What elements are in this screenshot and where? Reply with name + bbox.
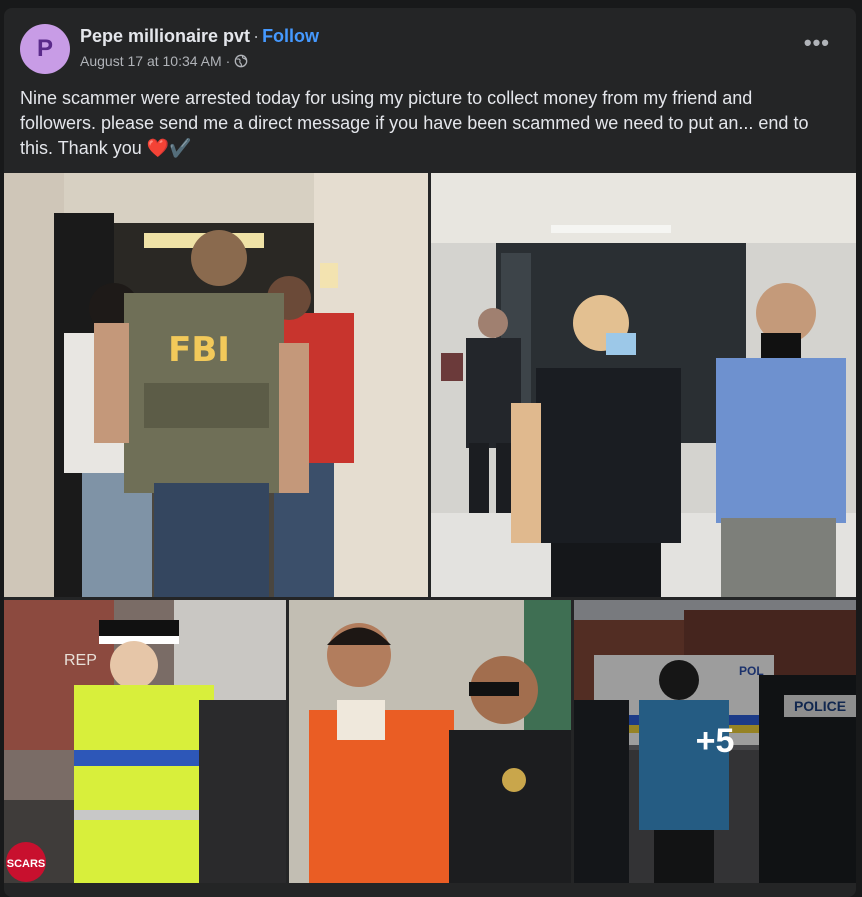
- fbi-label: FBI: [168, 330, 230, 370]
- scars-badge: SCARS: [7, 858, 46, 870]
- more-photos-count: +5: [695, 722, 735, 760]
- post-body: Nine scammer were arrested today for usi…: [20, 88, 809, 158]
- photo-1[interactable]: FBI: [4, 173, 428, 597]
- photo-3[interactable]: REP SCARS: [4, 600, 286, 883]
- wall-text: REP: [64, 652, 97, 669]
- post-header: Pepe millionaire pvt · Follow: [80, 26, 319, 47]
- follow-button[interactable]: Follow: [262, 26, 319, 46]
- orange-jumpsuit-image: [289, 600, 571, 883]
- fbi-hallway-image: FBI: [4, 173, 428, 597]
- more-photos-overlay[interactable]: +5: [574, 600, 856, 883]
- post-text: Nine scammer were arrested today for usi…: [20, 86, 832, 161]
- post-card: P Pepe millionaire pvt · Follow August 17 …: [4, 8, 856, 897]
- photo-grid: FBI REP SCARS POL POLICE +5: [4, 173, 856, 883]
- heart-emoji: ❤️: [146, 138, 170, 158]
- check-emoji: ✔️: [169, 138, 192, 158]
- post-meta: August 17 at 10:34 AM ·: [80, 53, 248, 69]
- photo-2[interactable]: [431, 173, 856, 597]
- post-timestamp[interactable]: August 17 at 10:34 AM: [80, 53, 222, 69]
- police-hivis-image: REP SCARS: [4, 600, 286, 883]
- more-options-button[interactable]: •••: [804, 30, 830, 56]
- separator-dot: ·: [225, 53, 231, 69]
- separator-dot: ·: [253, 26, 260, 46]
- photo-5[interactable]: POL POLICE +5: [574, 600, 856, 883]
- photo-4[interactable]: [289, 600, 571, 883]
- globe-icon[interactable]: [234, 54, 248, 68]
- officer-escort-image: [431, 173, 856, 597]
- author-name[interactable]: Pepe millionaire pvt: [80, 26, 250, 46]
- avatar[interactable]: P: [20, 24, 70, 74]
